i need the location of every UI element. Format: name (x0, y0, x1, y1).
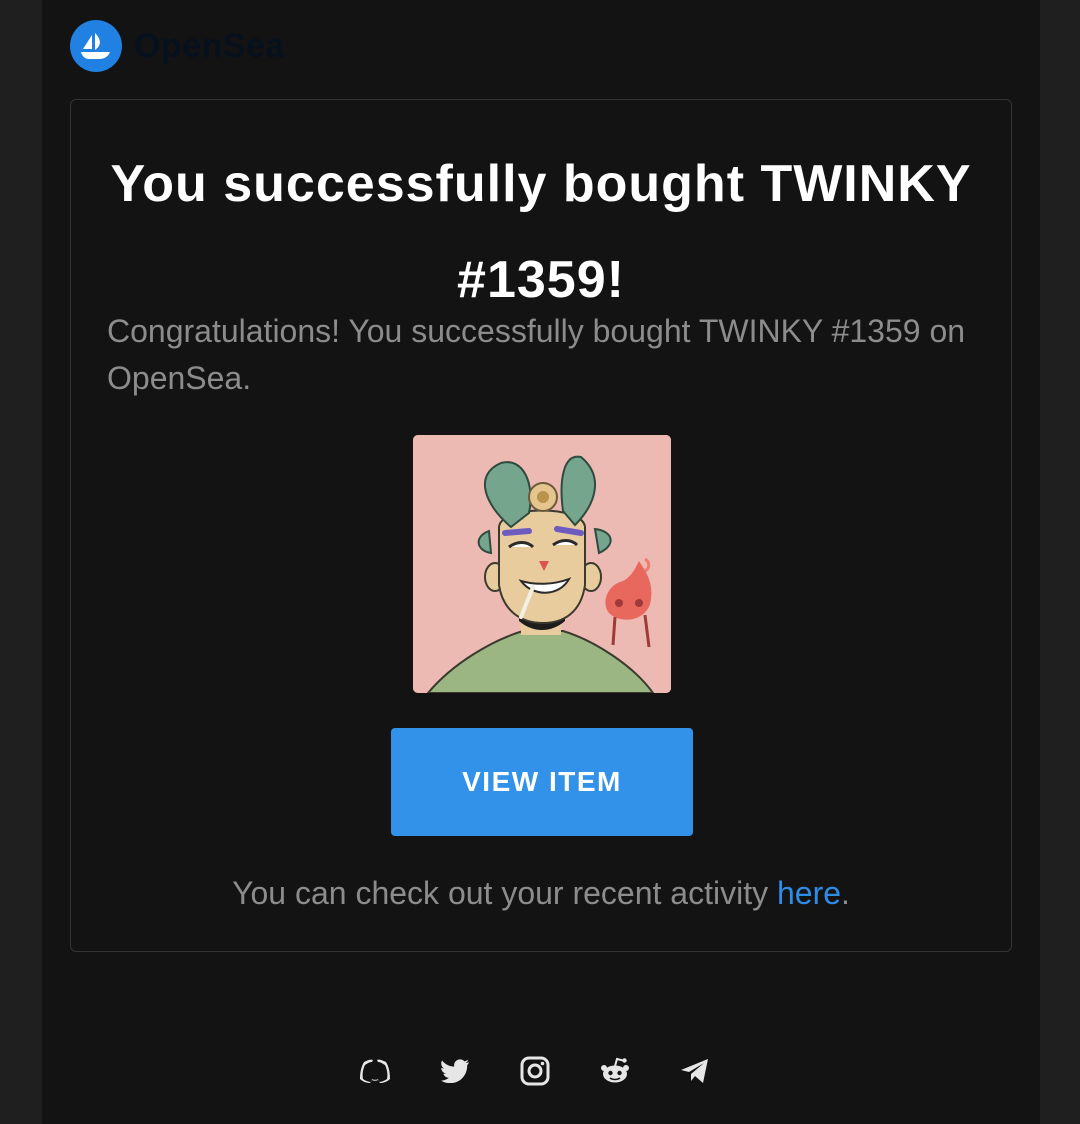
twitter-icon[interactable] (438, 1054, 472, 1088)
activity-suffix: . (841, 875, 850, 911)
opensea-boat-icon (70, 20, 122, 72)
instagram-icon[interactable] (518, 1054, 552, 1088)
activity-text: You can check out your recent activity h… (71, 870, 1011, 916)
telegram-icon[interactable] (678, 1054, 712, 1088)
purchase-card: You successfully bought TWINKY #1359! Co… (70, 99, 1012, 952)
activity-prefix: You can check out your recent activity (232, 875, 777, 911)
nft-image[interactable] (413, 435, 671, 693)
congrats-message: Congratulations! You successfully bought… (107, 313, 966, 396)
page-title: You successfully bought TWINKY #1359! (110, 155, 972, 309)
reddit-icon[interactable] (598, 1054, 632, 1088)
opensea-logo[interactable]: OpenSea (70, 20, 285, 72)
activity-link[interactable]: here (777, 875, 841, 911)
discord-icon[interactable] (358, 1054, 392, 1088)
email-body: OpenSea You successfully bought TWINKY #… (42, 0, 1040, 1124)
brand-name: OpenSea (134, 26, 285, 65)
view-item-button[interactable]: VIEW ITEM (391, 728, 693, 836)
social-links (358, 1053, 712, 1089)
